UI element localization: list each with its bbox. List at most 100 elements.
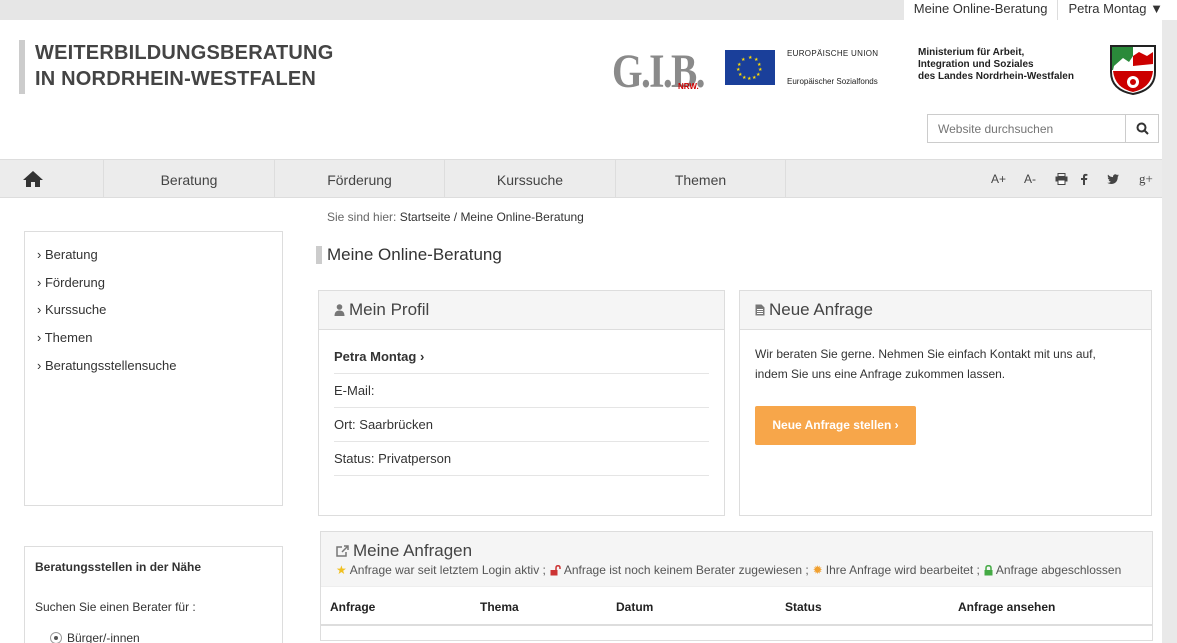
chevron-right-icon: › (37, 247, 42, 262)
chevron-right-icon: › (37, 357, 42, 373)
new-request-panel-header: Neue Anfrage (740, 291, 1151, 330)
profile-panel-header: Mein Profil (319, 291, 724, 330)
sidebar-item-themen[interactable]: › Themen (37, 324, 282, 352)
legend-active: Anfrage war seit letztem Login aktiv ; (349, 563, 546, 577)
sidebar-item-label: Beratung (44, 247, 98, 262)
site-brand[interactable]: WEITERBILDUNGSBERATUNG IN NORDRHEIN-WEST… (19, 40, 333, 94)
legend-closed: Anfrage abgeschlossen (995, 563, 1122, 577)
profile-title: Mein Profil (349, 300, 430, 319)
sidebar-item-foerderung[interactable]: › Förderung (37, 269, 282, 297)
font-increase-button[interactable]: A+ (991, 160, 1006, 197)
nav-themen[interactable]: Themen (616, 160, 786, 197)
print-icon (1055, 172, 1068, 185)
eu-flag-icon: ★ ★ ★ ★ ★ ★ ★ ★ ★ ★ ★ ★ (725, 50, 775, 85)
gib-nrw-logo: NRW. (678, 82, 699, 91)
my-requests-panel: Meine Anfragen ★ Anfrage war seit letzte… (320, 531, 1153, 641)
sidebar-item-label: Förderung (44, 274, 105, 290)
user-menu[interactable]: Petra Montag ▼ (1057, 0, 1177, 20)
new-request-text: Wir beraten Sie gerne. Nehmen Sie einfac… (740, 330, 1151, 384)
nav-kurssuche[interactable]: Kurssuche (445, 160, 616, 197)
column-anfrage-ansehen[interactable]: Anfrage ansehen (958, 600, 1055, 614)
column-anfrage[interactable]: Anfrage (330, 600, 375, 614)
profile-name-link[interactable]: Petra Montag › (334, 340, 709, 374)
twitter-button[interactable] (1107, 160, 1119, 197)
font-decrease-button[interactable]: A- (1024, 160, 1036, 197)
print-button[interactable] (1055, 160, 1068, 197)
search-input[interactable] (927, 114, 1126, 143)
legend-processing: Ihre Anfrage wird bearbeitet ; (825, 563, 980, 577)
column-datum[interactable]: Datum (616, 600, 653, 614)
search-button[interactable] (1125, 114, 1159, 143)
requests-table-header: Anfrage Thema Datum Status Anfrage anseh… (321, 586, 1152, 626)
breadcrumb-prefix: Sie sind hier: (327, 210, 397, 224)
brand-line-2: IN NORDRHEIN-WESTFALEN (35, 68, 317, 90)
profile-email: E-Mail: (334, 374, 709, 408)
ministry-line-1: Ministerium für Arbeit, (918, 47, 1025, 58)
external-link-icon (336, 545, 349, 557)
brand-line-1: WEITERBILDUNGSBERATUNG (35, 42, 334, 64)
home-button[interactable] (0, 160, 104, 197)
sidebar-item-label: Kurssuche (44, 302, 107, 318)
chevron-right-icon: › (37, 330, 42, 346)
sidebar-item-beratungsstellensuche[interactable]: › Beratungsstellensuche (37, 352, 282, 380)
legend-unassigned: Anfrage ist noch keinem Berater zugewies… (563, 563, 809, 577)
search-icon (1136, 122, 1149, 135)
new-request-button[interactable]: Neue Anfrage stellen › (755, 406, 916, 445)
sidebar-item-label: Themen (44, 330, 93, 346)
sidebar-item-kurssuche[interactable]: › Kurssuche (37, 296, 282, 324)
nearby-prompt: Suchen Sie einen Berater für : (35, 600, 196, 614)
column-thema[interactable]: Thema (480, 600, 519, 614)
ministry-line-2: Integration und Soziales (918, 59, 1034, 70)
new-request-text-line-1: Wir beraten Sie gerne. Nehmen Sie einfac… (755, 347, 1096, 361)
radio-buerger-label: Bürger/-innen (67, 631, 140, 643)
profile-status: Status: Privatperson (334, 442, 709, 476)
profile-panel: Mein Profil Petra Montag › E-Mail: Ort: … (318, 290, 725, 516)
main-nav: Beratung Förderung Kurssuche Themen A+ A… (0, 159, 1162, 198)
sidebar-item-label: Beratungsstellensuche (44, 357, 177, 373)
nav-foerderung[interactable]: Förderung (275, 160, 445, 197)
my-requests-title-row: Meine Anfragen (321, 532, 1152, 561)
google-plus-icon: g+ (1139, 170, 1153, 186)
new-request-title: Neue Anfrage (769, 300, 873, 319)
document-icon (755, 304, 765, 316)
home-icon (23, 170, 43, 187)
breadcrumb-home[interactable]: Startseite (400, 210, 451, 224)
new-request-panel: Neue Anfrage Wir beraten Sie gerne. Nehm… (739, 290, 1152, 516)
page-title: Meine Online-Beratung (316, 246, 502, 264)
radio-buerger[interactable]: Bürger/-innen (50, 631, 140, 643)
radio-selected-icon (50, 632, 62, 643)
chevron-right-icon: › (37, 302, 42, 318)
google-plus-button[interactable]: g+ (1139, 160, 1153, 197)
my-requests-title: Meine Anfragen (353, 541, 473, 560)
sidebar-nav: › Beratung › Förderung › Kurssuche › The… (24, 231, 283, 506)
twitter-icon (1107, 173, 1119, 184)
esf-label: Europäischer Sozialfonds (787, 77, 878, 86)
unlock-icon (550, 564, 561, 575)
column-status[interactable]: Status (785, 600, 822, 614)
nearby-title: Beratungsstellen in der Nähe (35, 560, 202, 574)
chevron-right-icon: › (37, 274, 42, 290)
nav-beratung[interactable]: Beratung (104, 160, 275, 197)
top-links: Meine Online-Beratung Petra Montag ▼ (903, 0, 1177, 20)
facebook-button[interactable] (1080, 160, 1088, 197)
user-icon (334, 304, 345, 316)
ministry-line-3: des Landes Nordrhein-Westfalen (918, 71, 1074, 82)
nearby-panel: Beratungsstellen in der Nähe Suchen Sie … (24, 546, 283, 643)
sidebar-item-beratung[interactable]: › Beratung (37, 241, 282, 269)
breadcrumb-current: Meine Online-Beratung (460, 210, 584, 224)
eu-label: EUROPÄISCHE UNION (787, 49, 879, 58)
top-bar: Meine Online-Beratung Petra Montag ▼ (0, 0, 1177, 20)
page: WEITERBILDUNGSBERATUNG IN NORDRHEIN-WEST… (0, 20, 1162, 643)
breadcrumb: Sie sind hier: Startseite / Meine Online… (327, 210, 584, 224)
status-legend: ★ Anfrage war seit letztem Login aktiv ;… (321, 563, 1152, 577)
nrw-crest-icon (1110, 45, 1156, 96)
new-request-text-line-2: indem Sie uns eine Anfrage zukommen lass… (755, 367, 1006, 381)
my-requests-header: Meine Anfragen ★ Anfrage war seit letzte… (321, 532, 1152, 586)
lock-icon (984, 564, 993, 575)
profile-ort: Ort: Saarbrücken (334, 408, 709, 442)
facebook-icon (1081, 173, 1088, 185)
ministry-logo[interactable]: Ministerium für Arbeit, Integration und … (918, 47, 1074, 83)
online-beratung-link[interactable]: Meine Online-Beratung (904, 0, 1058, 20)
gear-icon: ✹ (812, 563, 823, 577)
star-icon: ★ (336, 563, 347, 577)
